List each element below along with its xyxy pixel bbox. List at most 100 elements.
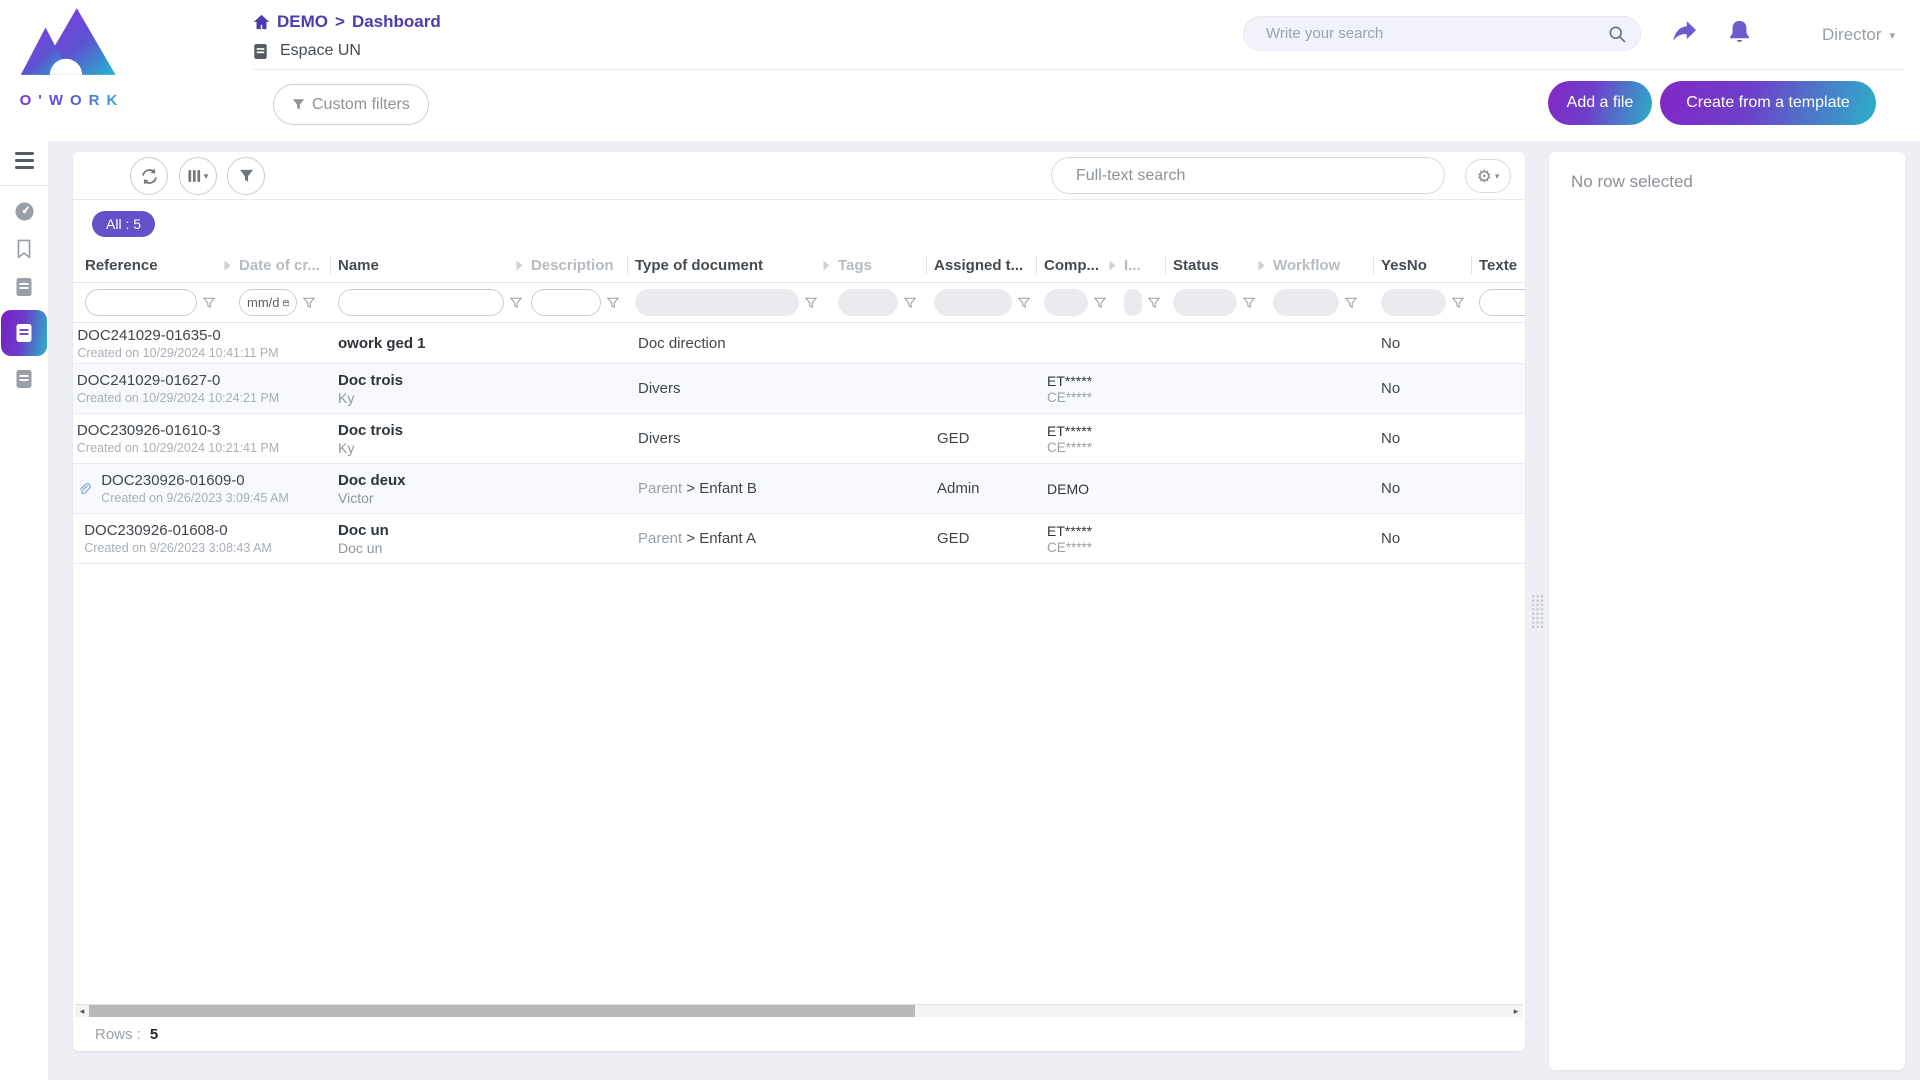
user-menu[interactable]: Director ▾ [1822,25,1895,45]
cell-workflow [1273,464,1381,513]
sidebar-divider [0,185,48,186]
table-row[interactable]: wDOC230926-01609-0Created on 9/26/2023 3… [73,464,1525,514]
custom-filters-button[interactable]: Custom filters [273,84,429,125]
filter-funnel-icon[interactable] [1345,297,1357,309]
filter-funnel-icon[interactable] [1094,297,1106,309]
panel-resize-handle[interactable] [1531,594,1544,630]
gear-icon: ⚙ [1477,168,1492,185]
sidebar-item-documents-active[interactable] [0,306,48,360]
sidebar-item-bookmarks[interactable] [0,230,48,268]
scroll-left-arrow-icon[interactable]: ◂ [75,1005,89,1018]
cell-date [239,414,338,463]
column-header-type-of-document[interactable]: Type of document [635,248,838,282]
column-header-label: Comp... [1044,257,1099,274]
cell-i [1124,323,1173,363]
cell-name: Doc deuxVictor [338,464,531,513]
create-from-template-button[interactable]: Create from a template [1660,81,1876,125]
filter-select[interactable] [1381,289,1446,316]
filter-funnel-icon[interactable] [303,297,315,309]
column-header-status[interactable]: Status [1173,248,1273,282]
filter-funnel-icon[interactable] [203,297,215,309]
filter-input[interactable] [1479,289,1525,316]
filter-funnel-icon[interactable] [1018,297,1030,309]
global-search [1243,16,1641,51]
filter-funnel-icon[interactable] [904,297,916,309]
cell-workflow [1273,323,1381,363]
filter-select[interactable] [838,289,898,316]
filter-select[interactable] [1273,289,1339,316]
filter-date-input[interactable]: mm/d [239,289,297,316]
column-header-comp[interactable]: Comp... [1044,248,1124,282]
filter-funnel-icon[interactable] [1243,297,1255,309]
filter-select[interactable] [1173,289,1237,316]
cell-tags [838,323,934,363]
filter-cell: mm/d [239,283,338,322]
notifications-bell-icon[interactable] [1726,18,1753,45]
column-header-date-of-cr[interactable]: Date of cr... [239,248,338,282]
column-header-reference[interactable]: Reference [85,248,239,282]
columns-button[interactable]: ▾ [179,157,217,195]
sidebar-item-documents[interactable] [0,268,48,306]
yesno-value: No [1381,430,1479,447]
create-from-template-label: Create from a template [1686,94,1850,112]
horizontal-scrollbar[interactable]: ◂ ▸ [75,1004,1523,1017]
document-subname: Ky [338,390,531,406]
filter-input[interactable] [338,289,504,316]
sidebar-item-documents-secondary[interactable] [0,360,48,398]
column-header-assigned-t[interactable]: Assigned t... [934,248,1044,282]
share-icon[interactable] [1671,19,1698,44]
filter-funnel-icon[interactable] [1148,297,1160,309]
column-header-workflow[interactable]: Workflow [1273,248,1381,282]
cell-name: Doc troisKy [338,364,531,413]
cell-type: Doc direction [635,323,838,363]
sidebar-item-menu[interactable] [0,141,48,179]
table-row[interactable]: DOC241029-01635-0Created on 10/29/2024 1… [73,323,1525,364]
table-row[interactable]: DOC230926-01608-0Created on 9/26/2023 3:… [73,514,1525,564]
filter-select[interactable] [934,289,1012,316]
cell-i [1124,364,1173,413]
table-row[interactable]: DOC241029-01627-0Created on 10/29/2024 1… [73,364,1525,414]
sidebar-item-dashboard[interactable] [0,192,48,230]
sort-arrow-icon [224,260,231,271]
header-divider [253,69,1905,70]
filter-funnel-icon[interactable] [510,297,522,309]
column-header-description[interactable]: Description [531,248,635,282]
no-row-selected-text: No row selected [1571,172,1693,191]
cell-assigned: Admin [934,464,1044,513]
column-header-texte[interactable]: Texte [1479,248,1525,282]
table-settings-button[interactable]: ⚙ ▾ [1465,159,1511,193]
pdf-file-icon [73,530,74,548]
filter-button[interactable] [227,157,265,195]
document-subname: Doc un [338,540,531,556]
filter-funnel-icon[interactable] [607,297,619,309]
filter-funnel-icon[interactable] [1452,297,1464,309]
scrollbar-thumb[interactable] [89,1005,915,1018]
filter-input[interactable] [85,289,197,316]
filter-select[interactable] [1044,289,1088,316]
table-row[interactable]: DOC230926-01610-3Created on 10/29/2024 1… [73,414,1525,464]
breadcrumb-root[interactable]: DEMO [277,12,328,32]
tab-row: All : 5 [73,200,1525,248]
breadcrumb-current[interactable]: Dashboard [352,12,441,32]
cell-tags [838,414,934,463]
tab-all-badge[interactable]: All : 5 [92,211,155,237]
scroll-right-arrow-icon[interactable]: ▸ [1509,1005,1523,1018]
refresh-button[interactable] [130,157,168,195]
column-header-yesno[interactable]: YesNo [1381,248,1479,282]
filter-select[interactable] [1124,289,1142,316]
column-header-tags[interactable]: Tags [838,248,934,282]
app-logo[interactable]: O'WORK [14,6,130,109]
filter-input[interactable] [531,289,601,316]
scrollbar-track[interactable] [89,1005,1509,1018]
filter-select[interactable] [635,289,799,316]
fulltext-search-input[interactable] [1052,167,1444,185]
global-search-input[interactable] [1244,25,1608,42]
home-icon[interactable] [253,14,270,30]
column-header-name[interactable]: Name [338,248,531,282]
cell-tags [838,514,934,563]
search-icon[interactable] [1608,25,1626,43]
assigned-value: Admin [937,480,1044,497]
sort-arrow-icon [1258,260,1265,271]
filter-funnel-icon[interactable] [805,297,817,309]
add-file-button[interactable]: Add a file [1548,81,1652,125]
